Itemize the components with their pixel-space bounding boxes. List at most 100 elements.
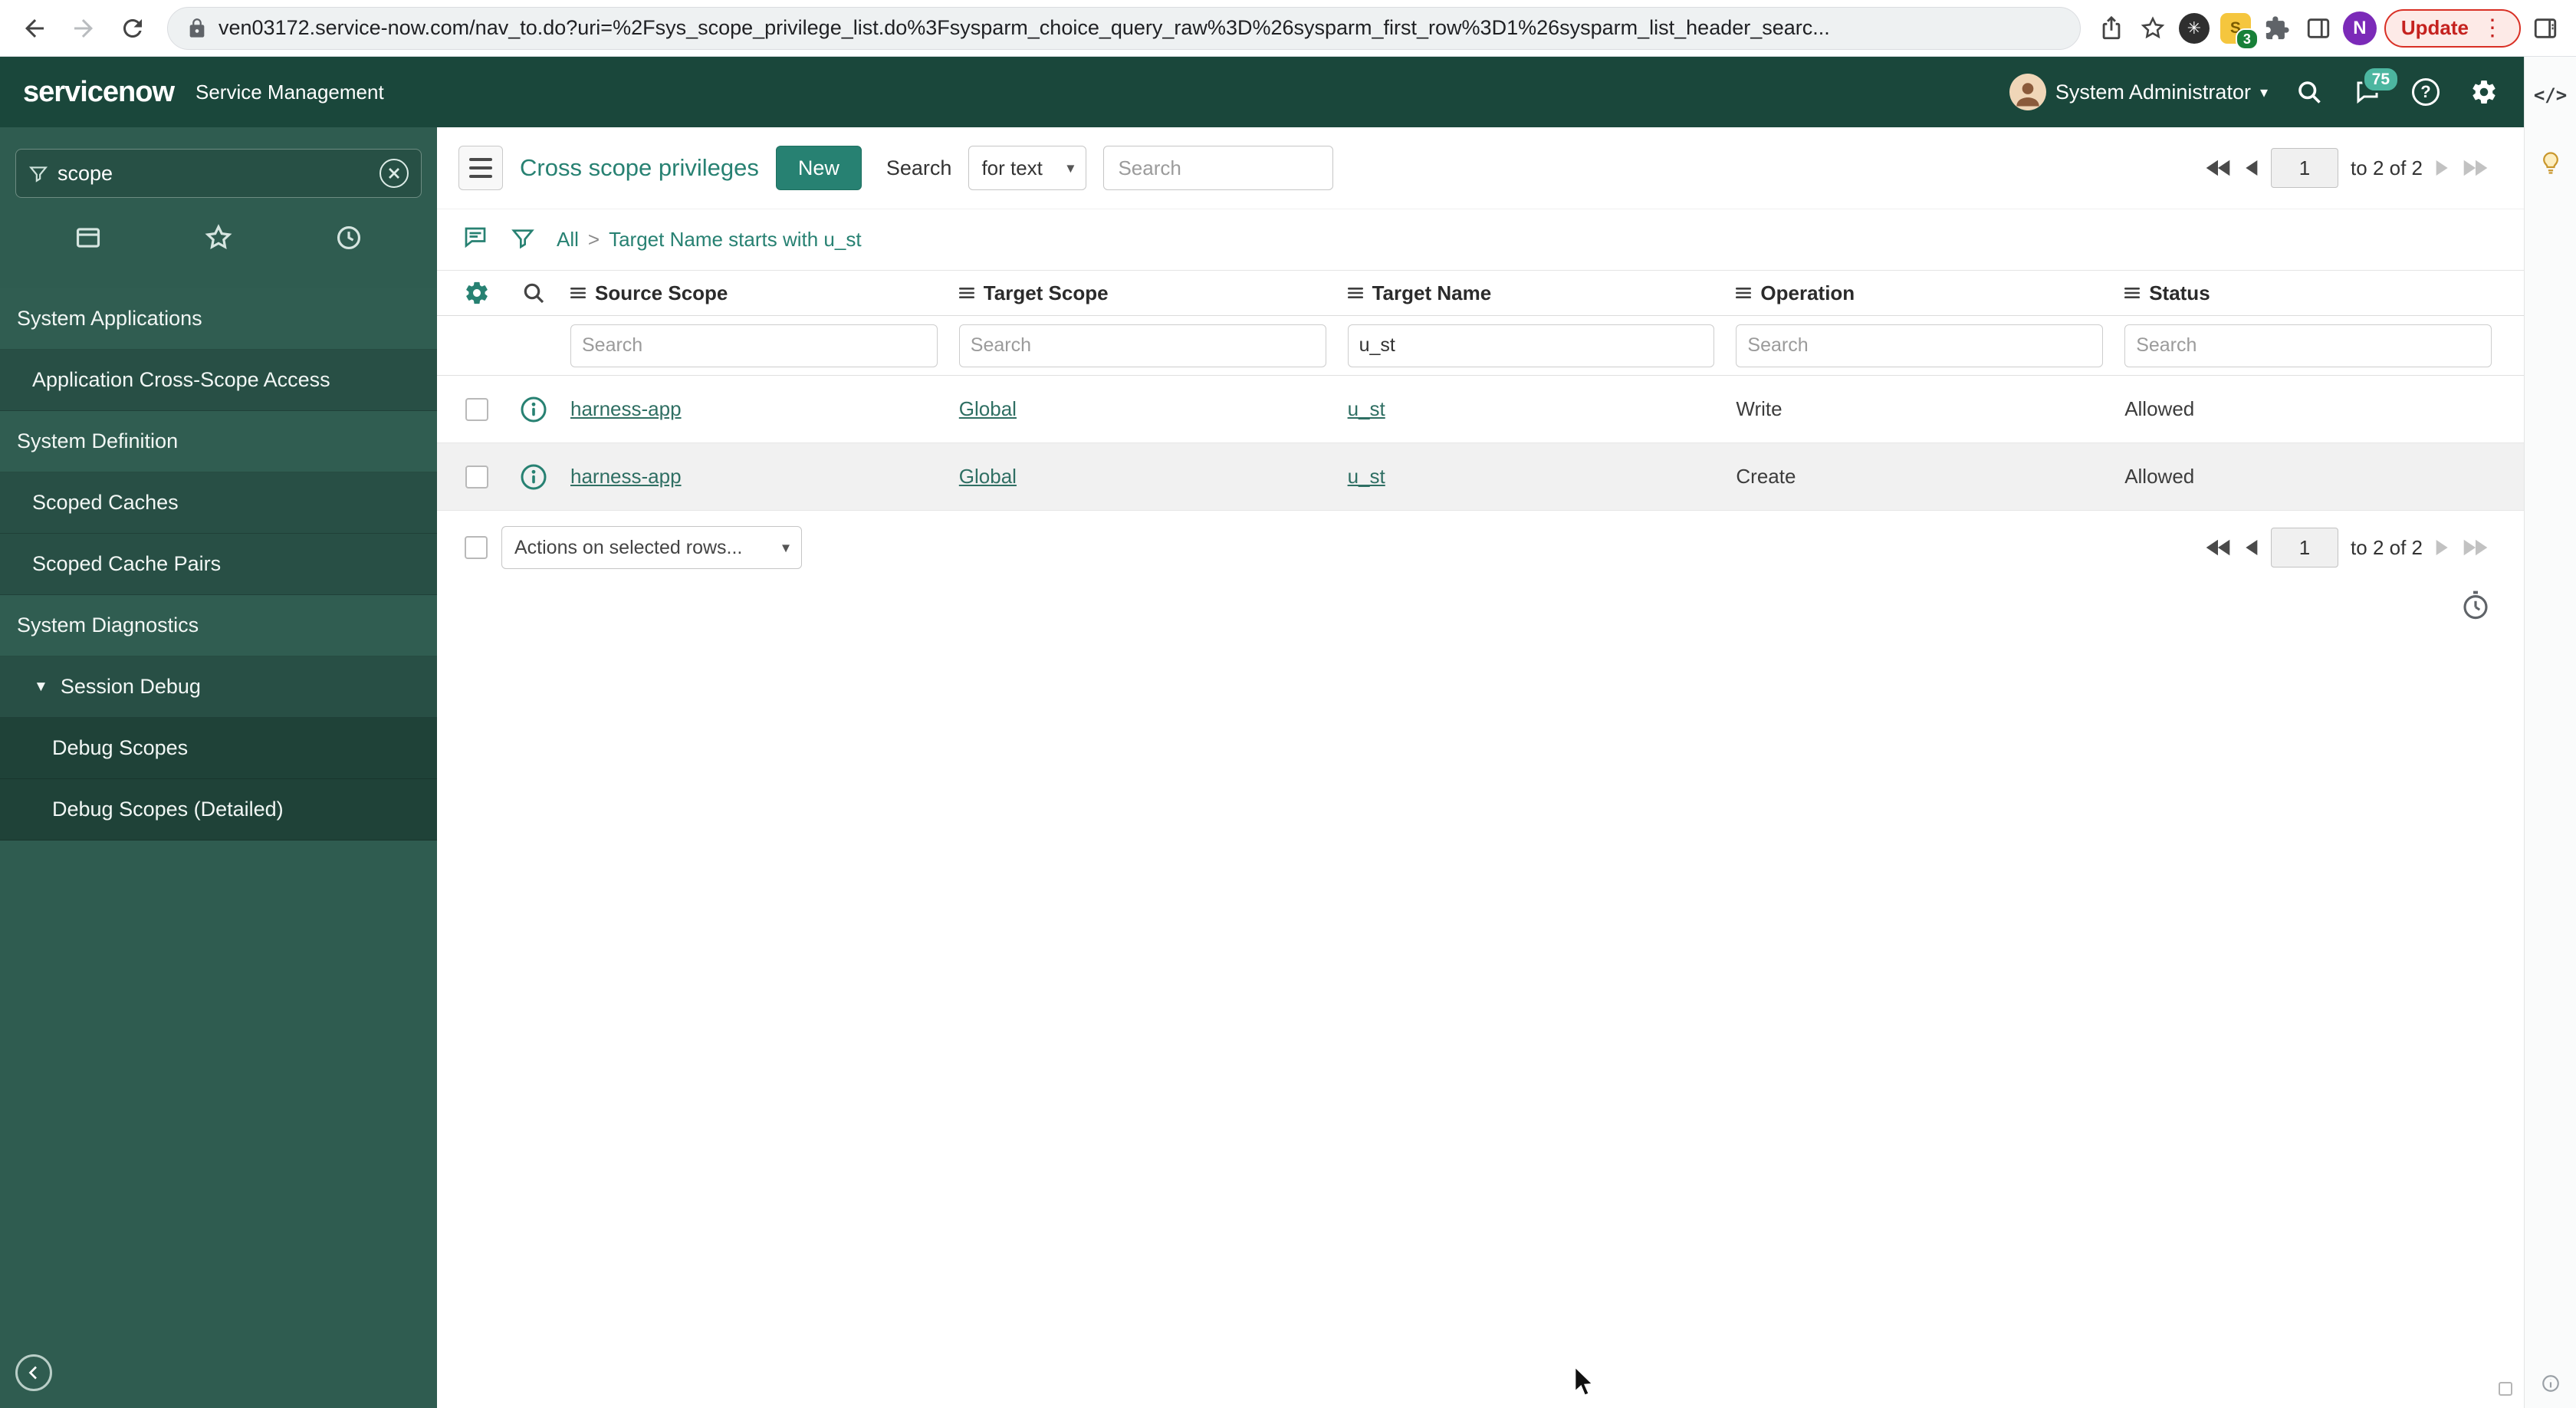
sidebar-section-system-definition[interactable]: System Definition — [0, 411, 437, 472]
notes-extension-icon[interactable]: S3 — [2219, 12, 2259, 50]
list-context-menu-icon[interactable] — [458, 146, 503, 190]
record-link-target-scope[interactable]: Global — [959, 465, 1017, 488]
user-name: System Administrator — [2055, 80, 2251, 104]
theme-extension-icon[interactable]: ✳ — [2177, 12, 2211, 45]
previous-page-icon[interactable] — [2243, 159, 2259, 177]
personalize-list-gear-icon[interactable] — [452, 280, 501, 306]
help-icon[interactable]: ? — [2409, 75, 2443, 109]
address-bar[interactable]: ven03172.service-now.com/nav_to.do?uri=%… — [167, 6, 2081, 50]
record-link-target-name[interactable]: u_st — [1348, 397, 1385, 420]
column-menu-icon[interactable] — [958, 287, 974, 299]
bookmark-star-icon[interactable] — [2136, 12, 2170, 45]
record-info-icon[interactable] — [501, 463, 566, 491]
list-toolbar: Cross scope privileges New Search for te… — [437, 127, 2524, 209]
page-number-input[interactable] — [2271, 528, 2339, 567]
navigator-filter-box[interactable] — [15, 149, 422, 198]
info-icon[interactable] — [2541, 1373, 2561, 1397]
cell-status: Allowed — [2124, 465, 2195, 488]
sidebar-section-system-diagnostics[interactable]: System Diagnostics — [0, 595, 437, 656]
global-search-icon[interactable] — [2292, 75, 2326, 109]
sidebar-group-session-debug[interactable]: ▼ Session Debug — [0, 656, 437, 718]
browser-profile-avatar[interactable]: N — [2342, 11, 2377, 45]
extension-badge: 3 — [2235, 28, 2259, 50]
favorites-tab-icon[interactable] — [202, 221, 235, 255]
sidebar-item-debug-scopes[interactable]: Debug Scopes — [0, 718, 437, 779]
sidebar-item-debug-scopes-detailed[interactable]: Debug Scopes (Detailed) — [0, 779, 437, 841]
search-type-select[interactable]: for text ▾ — [968, 146, 1087, 190]
filter-source-scope-input[interactable] — [570, 324, 938, 367]
product-title: Service Management — [196, 80, 384, 104]
sidebar-item-scoped-cache-pairs[interactable]: Scoped Cache Pairs — [0, 534, 437, 595]
navigator-filter-input[interactable] — [58, 161, 370, 186]
side-panel-icon[interactable] — [2302, 12, 2335, 45]
history-tab-icon[interactable] — [332, 221, 366, 255]
select-all-checkbox[interactable] — [465, 536, 488, 559]
page-number-input[interactable] — [2271, 148, 2339, 188]
record-link-source-scope[interactable]: harness-app — [570, 397, 682, 420]
list-activity-icon[interactable] — [462, 224, 489, 255]
next-page-icon[interactable] — [2435, 159, 2450, 177]
filter-status-input[interactable] — [2124, 324, 2492, 367]
browser-update-button[interactable]: Update ⋮ — [2384, 8, 2521, 48]
list-header-row: Source Scope Target Scope Target Name Op… — [437, 270, 2524, 316]
last-page-icon[interactable] — [2463, 159, 2489, 177]
table-row: harness-app Global u_st Write Allowed — [437, 376, 2524, 443]
breadcrumb-all[interactable]: All — [557, 228, 579, 251]
filter-target-scope-input[interactable] — [958, 324, 1326, 367]
list-search-input[interactable] — [1103, 146, 1334, 190]
record-info-icon[interactable] — [501, 396, 566, 423]
conversations-icon[interactable]: 75 — [2351, 66, 2400, 109]
row-checkbox[interactable] — [465, 397, 488, 421]
filter-operation-input[interactable] — [1736, 324, 2104, 367]
column-menu-icon[interactable] — [1736, 287, 1752, 299]
previous-page-icon[interactable] — [2243, 538, 2259, 557]
breadcrumb-row: All > Target Name starts with u_st — [437, 209, 2524, 270]
share-icon[interactable] — [2095, 12, 2128, 45]
reading-list-panel-icon[interactable] — [2528, 12, 2562, 45]
column-header-status[interactable]: Status — [2120, 281, 2509, 305]
all-applications-tab-icon[interactable] — [71, 221, 105, 255]
column-header-source-scope[interactable]: Source Scope — [566, 281, 955, 305]
actions-select[interactable]: Actions on selected rows... ▾ — [501, 526, 802, 569]
sidebar-item-application-cross-scope-access[interactable]: Application Cross-Scope Access — [0, 350, 437, 411]
filter-toggle-icon[interactable] — [511, 225, 535, 254]
reload-icon[interactable] — [112, 8, 153, 49]
user-avatar — [2009, 74, 2046, 110]
forward-icon[interactable] — [63, 8, 104, 49]
clear-filter-icon[interactable] — [380, 159, 409, 188]
search-rows-icon[interactable] — [501, 281, 566, 305]
column-header-target-name[interactable]: Target Name — [1343, 281, 1732, 305]
first-page-icon[interactable] — [2205, 159, 2231, 177]
column-search-row — [437, 316, 2524, 376]
breadcrumb-condition[interactable]: Target Name starts with u_st — [609, 228, 861, 251]
user-menu[interactable]: System Administrator ▾ — [2009, 74, 2268, 110]
settings-gear-icon[interactable] — [2467, 75, 2501, 109]
lightbulb-icon[interactable] — [2538, 150, 2564, 180]
new-button[interactable]: New — [775, 146, 862, 190]
back-icon[interactable] — [14, 8, 55, 49]
record-link-target-scope[interactable]: Global — [959, 397, 1017, 420]
column-menu-icon[interactable] — [570, 287, 586, 299]
collapse-sidebar-button[interactable] — [15, 1354, 52, 1391]
next-page-icon[interactable] — [2435, 538, 2450, 557]
column-header-operation[interactable]: Operation — [1731, 281, 2120, 305]
column-menu-icon[interactable] — [1347, 287, 1363, 299]
breadcrumb: All > Target Name starts with u_st — [557, 228, 862, 251]
filter-target-name-input[interactable] — [1347, 324, 1715, 367]
response-time-clock-icon[interactable] — [437, 569, 2524, 621]
last-page-icon[interactable] — [2463, 538, 2489, 557]
filter-funnel-icon — [28, 166, 48, 183]
browser-menu-icon[interactable]: ⋮ — [2481, 16, 2504, 40]
row-checkbox[interactable] — [465, 465, 488, 489]
record-link-source-scope[interactable]: harness-app — [570, 465, 682, 488]
first-page-icon[interactable] — [2205, 538, 2231, 557]
sidebar-item-scoped-caches[interactable]: Scoped Caches — [0, 472, 437, 534]
sidebar-section-system-applications[interactable]: System Applications — [0, 288, 437, 350]
mini-window-icon — [2496, 1380, 2515, 1402]
url-text: ven03172.service-now.com/nav_to.do?uri=%… — [219, 16, 1830, 39]
extensions-puzzle-icon[interactable] — [2260, 12, 2294, 45]
column-menu-icon[interactable] — [2124, 287, 2141, 299]
code-panel-icon[interactable]: </> — [2534, 84, 2567, 106]
column-header-target-scope[interactable]: Target Scope — [955, 281, 1343, 305]
record-link-target-name[interactable]: u_st — [1348, 465, 1385, 488]
